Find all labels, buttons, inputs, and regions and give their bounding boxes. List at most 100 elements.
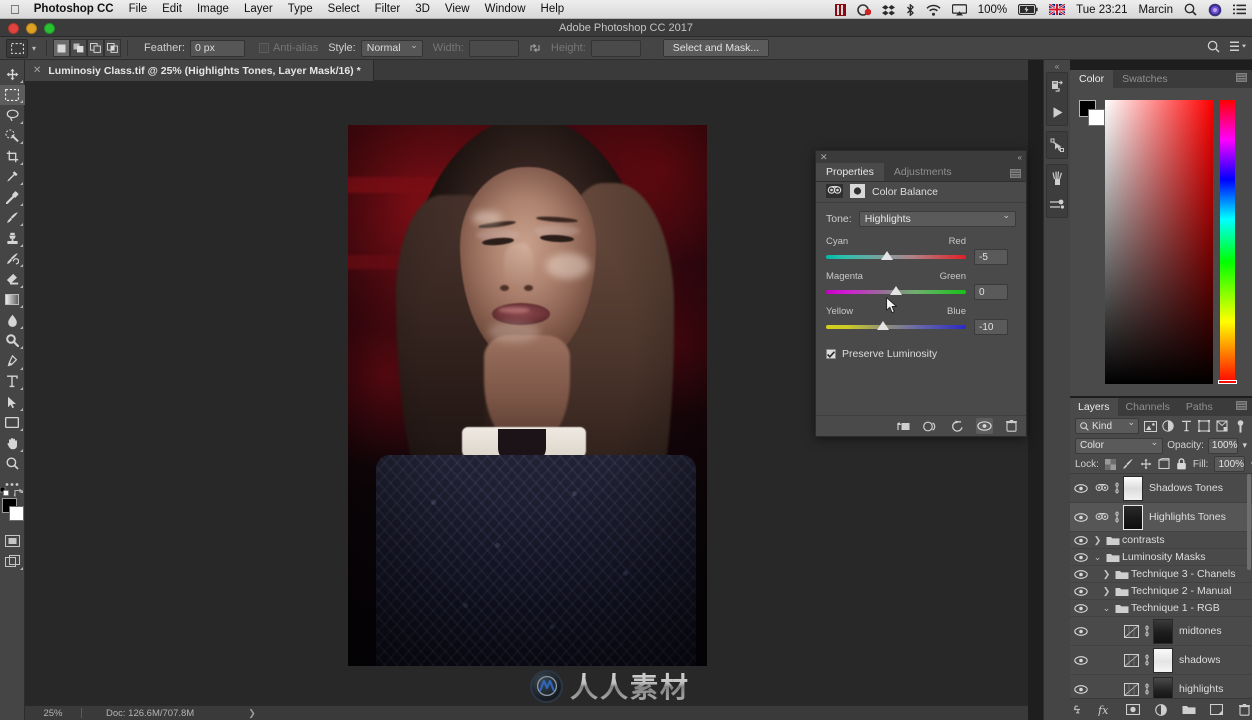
menu-select[interactable]: Select — [328, 3, 360, 15]
new-group-icon[interactable] — [1181, 702, 1196, 717]
layer-mask-icon[interactable] — [850, 183, 865, 201]
opacity-caret-icon[interactable]: ▾ — [1242, 440, 1247, 451]
collapse-panels-icon[interactable]: « — [1044, 60, 1070, 72]
table-row[interactable]: Shadows Tones — [1070, 474, 1252, 503]
add-to-selection-button[interactable] — [70, 39, 87, 57]
tab-properties[interactable]: Properties — [816, 163, 884, 181]
curves-icon[interactable] — [1122, 682, 1141, 696]
swap-dimensions-icon[interactable] — [527, 40, 543, 56]
table-row[interactable]: midtones — [1070, 617, 1252, 646]
eraser-tool[interactable] — [0, 269, 25, 290]
menu-edit[interactable]: Edit — [162, 3, 182, 15]
rectangular-marquee-icon[interactable] — [6, 38, 28, 58]
delete-icon[interactable] — [1003, 418, 1020, 434]
new-adjustment-icon[interactable] — [1154, 702, 1169, 717]
fill-value[interactable]: 100% — [1214, 456, 1246, 472]
spot-healing-brush-tool[interactable] — [0, 187, 25, 208]
table-row[interactable]: ❯ Technique 2 - Manual — [1070, 583, 1252, 600]
table-row[interactable]: ⌄ Luminosity Masks — [1070, 549, 1252, 566]
layer-visibility-icon[interactable] — [1070, 626, 1092, 636]
link-mask-icon[interactable] — [1141, 683, 1153, 695]
yellow-blue-slider[interactable] — [826, 321, 966, 330]
background-color-swatch[interactable] — [1088, 109, 1105, 126]
link-mask-icon[interactable] — [1141, 654, 1153, 666]
magenta-green-slider-thumb[interactable] — [890, 286, 902, 295]
actions-play-icon[interactable] — [1047, 99, 1067, 125]
layer-mask-thumbnail[interactable] — [1123, 475, 1143, 501]
layer-visibility-icon[interactable] — [1070, 552, 1092, 562]
document-image[interactable] — [348, 125, 707, 666]
delete-layer-icon[interactable] — [1237, 702, 1252, 717]
filter-kind-select[interactable]: Kind — [1075, 417, 1140, 434]
height-input[interactable] — [590, 39, 641, 57]
group-collapse-icon[interactable]: ⌄ — [1101, 603, 1112, 614]
add-mask-icon[interactable] — [1126, 702, 1141, 717]
cyan-red-slider-thumb[interactable] — [881, 251, 893, 260]
history-icon[interactable] — [1047, 73, 1067, 99]
toggle-visibility-icon[interactable] — [976, 418, 993, 434]
menu-type[interactable]: Type — [288, 3, 313, 15]
view-previous-state-icon[interactable] — [922, 418, 939, 434]
layer-visibility-icon[interactable] — [1070, 586, 1092, 596]
tab-adjustments[interactable]: Adjustments — [884, 163, 962, 181]
tab-channels[interactable]: Channels — [1118, 398, 1178, 416]
crop-tool[interactable] — [0, 146, 25, 167]
menu-app-name[interactable]: Photoshop CC — [34, 3, 114, 15]
spotlight-search-icon[interactable] — [1184, 3, 1197, 16]
airplay-icon[interactable] — [951, 3, 967, 16]
lock-position-icon[interactable] — [1140, 458, 1152, 471]
notification-center-icon[interactable] — [1233, 4, 1246, 15]
menu-image[interactable]: Image — [197, 3, 229, 15]
layer-mask-thumbnail[interactable] — [1153, 618, 1173, 644]
layer-visibility-icon[interactable] — [1070, 603, 1092, 613]
table-row[interactable]: ❯ Technique 3 - Chanels — [1070, 566, 1252, 583]
tool-preset-caret-icon[interactable]: ▾ — [28, 44, 40, 53]
tab-paths[interactable]: Paths — [1178, 398, 1221, 416]
zoom-tool[interactable] — [0, 454, 25, 475]
move-tool[interactable] — [0, 64, 25, 85]
dodge-tool[interactable] — [0, 331, 25, 352]
color-field-ramp[interactable] — [1105, 100, 1213, 384]
close-tab-icon[interactable]: ✕ — [33, 65, 41, 76]
width-input[interactable] — [468, 39, 519, 57]
blur-tool[interactable] — [0, 310, 25, 331]
lock-all-icon[interactable] — [1176, 458, 1187, 471]
quick-selection-tool[interactable] — [0, 126, 25, 147]
quick-mask-icon[interactable] — [0, 531, 25, 552]
layer-mask-thumbnail[interactable] — [1153, 647, 1173, 673]
screen-mode-icon[interactable] — [0, 551, 25, 572]
color-balance-icon[interactable] — [1092, 511, 1111, 523]
intersect-selection-button[interactable] — [104, 39, 121, 57]
filter-adjustment-icon[interactable] — [1161, 419, 1175, 434]
maximize-button[interactable] — [44, 22, 55, 34]
layer-visibility-icon[interactable] — [1070, 512, 1092, 522]
style-select[interactable]: Normal — [360, 39, 423, 57]
battery-icon[interactable] — [1018, 4, 1038, 15]
apple-icon[interactable]:  — [10, 3, 20, 16]
magenta-green-slider[interactable] — [826, 286, 966, 295]
tab-layers[interactable]: Layers — [1070, 398, 1118, 416]
lock-artboard-icon[interactable] — [1158, 458, 1170, 471]
subtract-from-selection-button[interactable] — [87, 39, 104, 57]
table-row[interactable]: shadows — [1070, 646, 1252, 675]
clock[interactable]: Tue 23:21 — [1076, 4, 1127, 16]
menu-layer[interactable]: Layer — [244, 3, 273, 15]
layer-visibility-icon[interactable] — [1070, 569, 1092, 579]
record-icon[interactable] — [856, 3, 871, 16]
pen-tool[interactable] — [0, 351, 25, 372]
user-name[interactable]: Marcin — [1138, 4, 1173, 16]
filter-smart-object-icon[interactable] — [1215, 419, 1229, 434]
filter-shape-icon[interactable] — [1197, 419, 1211, 434]
lasso-tool[interactable] — [0, 105, 25, 126]
menu-window[interactable]: Window — [485, 3, 526, 15]
document-tab[interactable]: ✕ Luminosiy Class.tif @ 25% (Highlights … — [25, 60, 374, 81]
search-icon[interactable] — [1207, 40, 1220, 56]
cyan-red-slider[interactable] — [826, 251, 966, 260]
uk-flag-icon[interactable] — [1049, 4, 1066, 15]
link-mask-icon[interactable] — [1111, 511, 1123, 523]
select-and-mask-button[interactable]: Select and Mask... — [662, 39, 770, 57]
rectangle-tool[interactable] — [0, 413, 25, 434]
blend-mode-select[interactable]: Color — [1075, 437, 1164, 454]
reset-icon[interactable] — [949, 418, 966, 434]
layer-list-scrollbar[interactable] — [1247, 474, 1251, 570]
